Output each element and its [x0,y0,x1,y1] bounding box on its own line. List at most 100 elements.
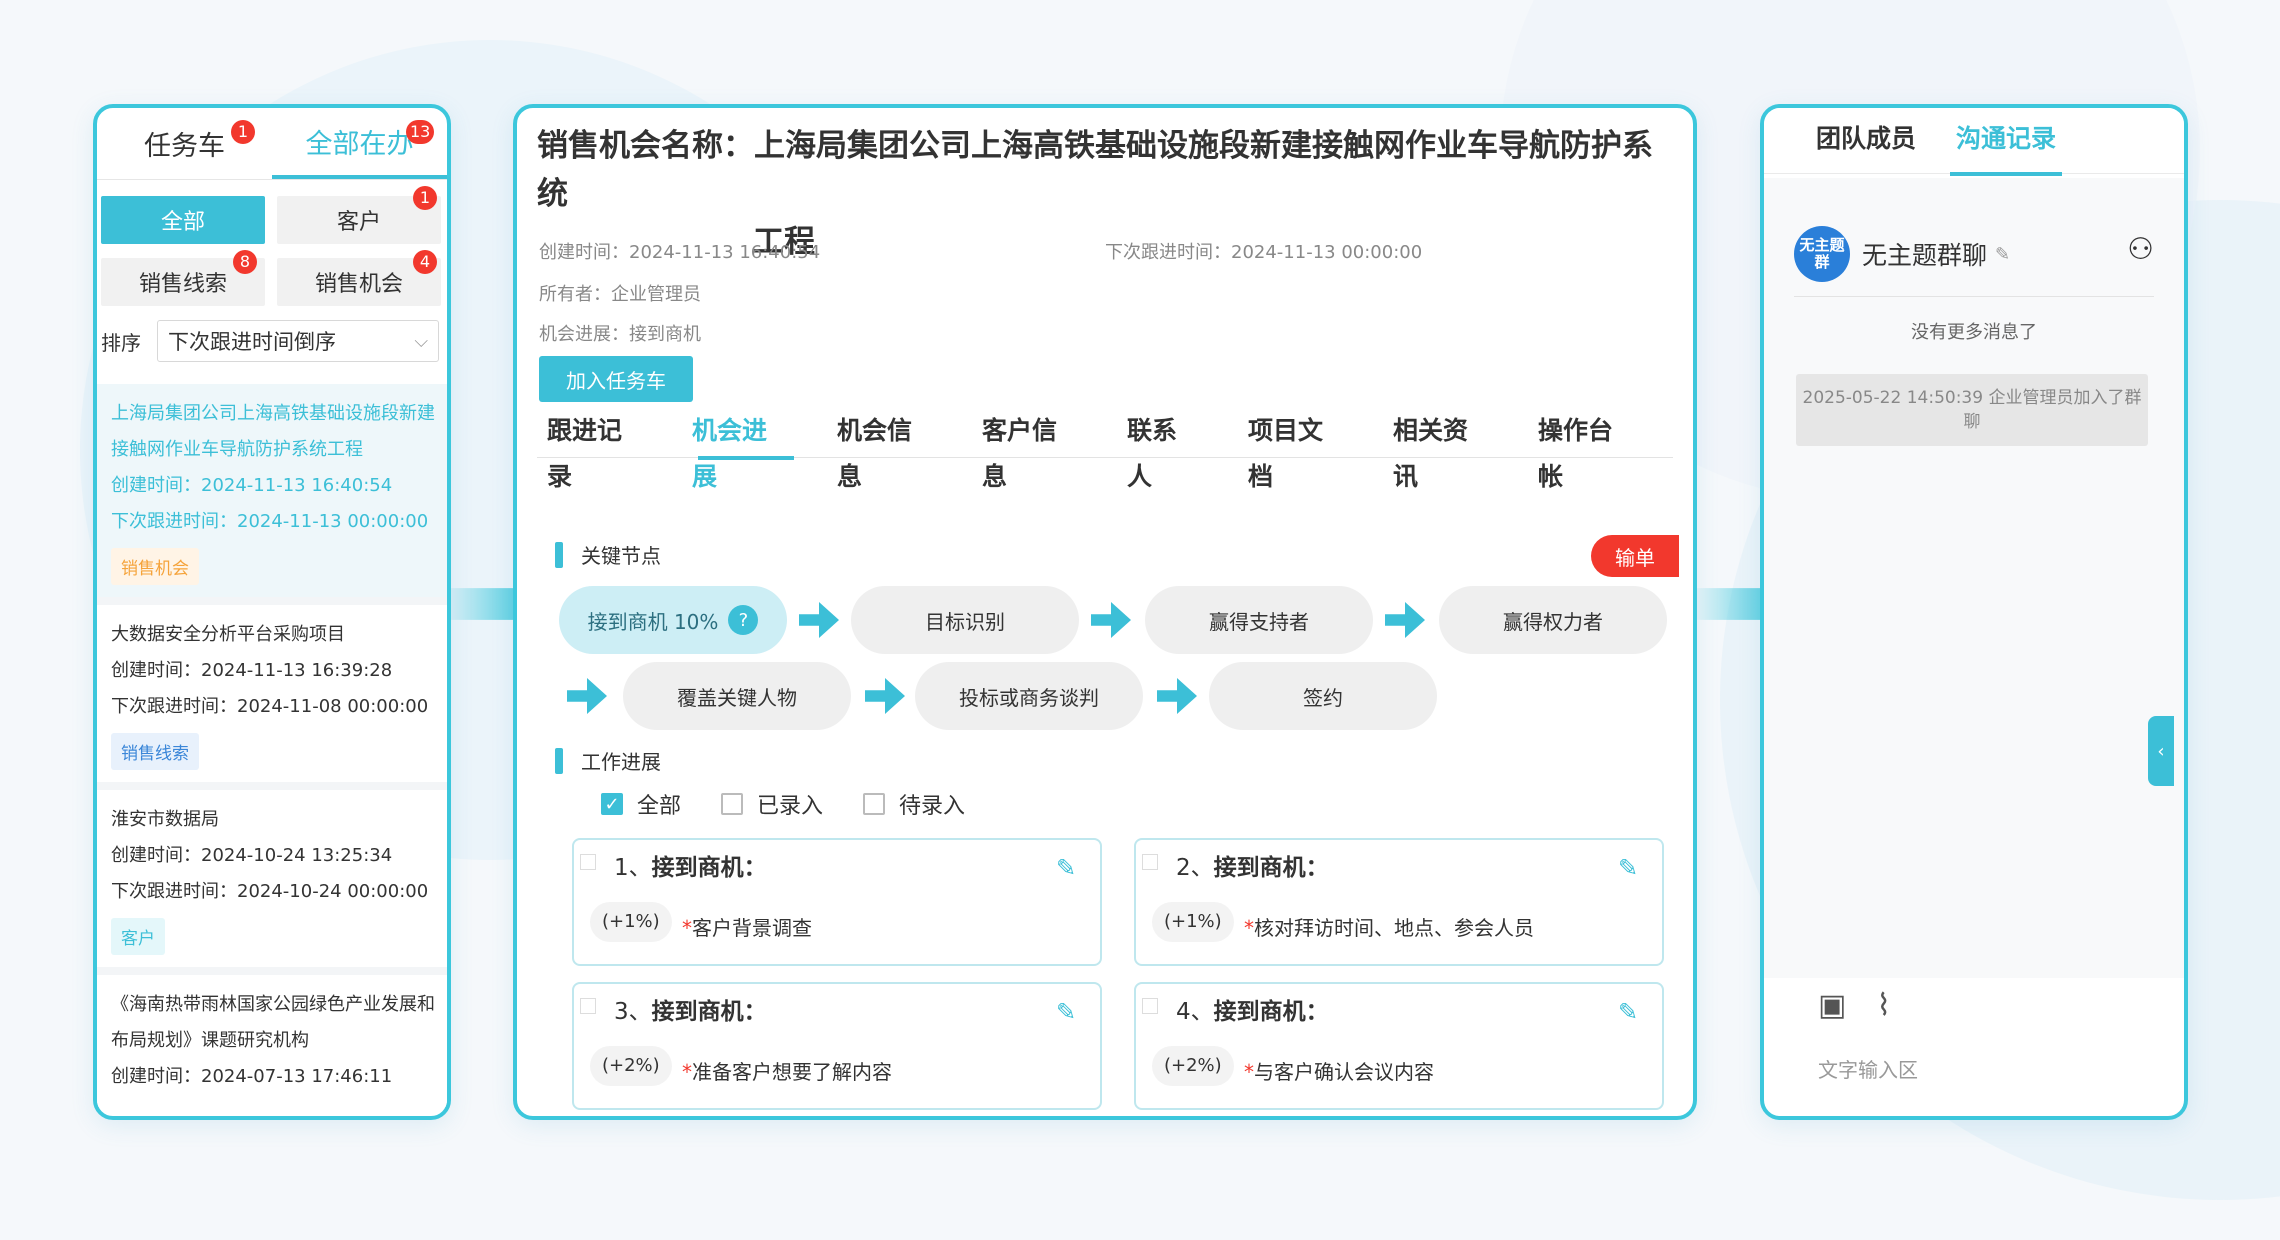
system-message: 2025-05-22 14:50:39 企业管理员加入了群聊 [1796,374,2148,446]
card-checkbox[interactable] [580,998,596,1014]
group-header: 无主题群 无主题群聊 ✎ [1794,226,2010,282]
tab-customer-info[interactable]: 客户信息 [972,408,1078,491]
card-desc-text: 准备客户想要了解内容 [692,1060,892,1084]
card-desc-text: 客户背景调查 [692,916,812,940]
list-item[interactable]: 淮安市数据局 创建时间：2024-10-24 13:25:34 下次跟进时间：2… [97,790,447,967]
divider [1794,296,2154,297]
card-title: 1、接到商机： [614,848,767,882]
stage-node-signing[interactable]: 签约 [1209,662,1437,730]
tab-related-news[interactable]: 相关资讯 [1383,408,1489,491]
item-next-follow: 下次跟进时间：2024-10-24 00:00:00 [111,881,429,902]
stage-node-received[interactable]: 接到商机 10%? [559,586,787,654]
list-item[interactable]: 大数据安全分析平台采购项目 创建时间：2024-11-13 16:39:28 下… [97,605,447,782]
card-number: 1、 [614,855,652,881]
tab-communication-records[interactable]: 沟通记录 [1950,108,2063,176]
filter-buttons: 全部 客户 1 销售线索 8 销售机会 4 [97,180,447,306]
next-follow-time: 下次跟进时间：2024-11-13 00:00:00 [1105,242,1423,263]
stage-arrow-icon [1385,602,1425,638]
detail-tabs: 跟进记录 机会进展 机会信息 客户信息 联系人 项目文档 相关资讯 操作台帐 [537,408,1673,491]
stage-arrow-icon [865,678,905,714]
tab-follow-records[interactable]: 跟进记录 [537,408,643,491]
tab-opportunity-info[interactable]: 机会信息 [827,408,933,491]
group-name: 无主题群聊 [1862,241,1988,270]
tab-task-cart[interactable]: 任务车 1 [97,108,272,179]
filter-customer-button[interactable]: 客户 1 [277,186,441,244]
sort-label: 排序 [101,330,141,355]
sort-value: 下次跟进时间倒序 [168,330,336,354]
badge: 13 [406,120,435,144]
chat-area: 无主题群 无主题群聊 ✎ ⚇ 没有更多消息了 2025-05-22 14:50:… [1764,178,2184,978]
tab-operation-ledger[interactable]: 操作台帐 [1528,408,1634,491]
card-title: 4、接到商机： [1176,992,1329,1026]
pencil-icon[interactable]: ✎ [1995,244,2010,265]
communication-panel: 团队成员 沟通记录 无主题群 无主题群聊 ✎ ⚇ 没有更多消息了 2025-05… [1760,104,2188,1120]
task-list-panel: 任务车 1 全部在办 13 全部 客户 1 销售线索 8 销售机会 4 排序 下次跟进… [93,104,451,1120]
stage-arrow-icon [799,602,839,638]
chevron-down-icon: ⌵ [414,330,428,352]
list-tabs: 任务车 1 全部在办 13 [97,108,447,180]
item-next-follow: 下次跟进时间：2024-11-13 00:00:00 [111,511,429,532]
stage-arrow-icon [567,678,607,714]
filter-leads-button[interactable]: 销售线索 8 [101,250,265,306]
attachment-icon[interactable]: ⌇ [1876,988,1891,1023]
item-title: 大数据安全分析平台采购项目 [111,624,345,645]
filter-label: 全部 [160,210,205,235]
filter-opportunity-button[interactable]: 销售机会 4 [277,250,441,306]
image-icon[interactable]: ▣ [1818,988,1846,1023]
edit-icon[interactable]: ✎ [1618,854,1648,884]
card-desc: *准备客户想要了解内容 [682,1060,892,1084]
card-checkbox[interactable] [1142,854,1158,870]
filter-label: 客户 [336,210,381,235]
tab-label: 任务车 [144,131,225,162]
filter-pending-checkbox[interactable]: 待录入 [863,788,965,820]
card-title-text: 接到商机： [1213,855,1329,881]
tab-all-pending[interactable]: 全部在办 13 [272,108,447,179]
list-item[interactable]: 上海局集团公司上海高铁基础设施段新建接触网作业车导航防护系统工程 创建时间：20… [97,384,447,597]
checkbox-label: 已录入 [757,794,824,819]
checkbox-box [721,793,744,815]
filter-all-checkbox[interactable]: ✓ 全部 [601,788,681,820]
stage-arrow-icon [1157,678,1197,714]
item-created: 创建时间：2024-11-13 16:40:54 [111,475,393,496]
add-to-task-cart-button[interactable]: 加入任务车 [539,356,693,402]
filter-all-button[interactable]: 全部 [101,196,265,244]
item-title: 淮安市数据局 [111,809,219,830]
stage-node-authority[interactable]: 赢得权力者 [1439,586,1667,654]
list-item[interactable]: 《海南热带雨林国家公园绿色产业发展和布局规划》课题研究机构 创建时间：2024-… [97,975,447,1107]
chevron-left-icon[interactable]: ‹ [2148,716,2174,786]
checkbox-label: 待录入 [899,794,966,819]
node-label: 接到商机 10% [587,609,719,634]
tab-team-members[interactable]: 团队成员 [1816,108,1916,173]
tab-contacts[interactable]: 联系人 [1117,408,1199,491]
work-card[interactable]: 4、接到商机： ✎ (+2%) *与客户确认会议内容 [1134,982,1664,1110]
badge: 1 [231,120,255,144]
stage-node-supporter[interactable]: 赢得支持者 [1145,586,1373,654]
tab-opportunity-progress[interactable]: 机会进展 [682,408,794,491]
card-checkbox[interactable] [1142,998,1158,1014]
checkbox-box [863,793,886,815]
stage-node-key-persons[interactable]: 覆盖关键人物 [623,662,851,730]
work-card[interactable]: 1、接到商机： ✎ (+1%) *客户背景调查 [572,838,1102,966]
edit-icon[interactable]: ✎ [1056,854,1086,884]
help-icon: ? [728,605,759,635]
tab-project-docs[interactable]: 项目文档 [1238,408,1344,491]
edit-icon[interactable]: ✎ [1056,998,1086,1028]
sort-select[interactable]: 下次跟进时间倒序 ⌵ [157,320,439,362]
item-title: 《海南热带雨林国家公园绿色产业发展和布局规划》课题研究机构 [111,994,435,1051]
comm-tabs: 团队成员 沟通记录 [1764,108,2184,176]
work-card[interactable]: 2、接到商机： ✎ (+1%) *核对拜访时间、地点、参会人员 [1134,838,1664,966]
lose-deal-button[interactable]: 输单 [1591,535,1679,577]
card-percent: (+1%) [1152,902,1234,942]
stage-node-bidding[interactable]: 投标或商务谈判 [915,662,1143,730]
check-icon: ✓ [601,793,623,815]
opportunity-detail-panel: 销售机会名称：上海局集团公司上海高铁基础设施段新建接触网作业车导航防护系统 工程… [513,104,1697,1120]
card-desc: *核对拜访时间、地点、参会人员 [1244,916,1534,940]
add-member-icon[interactable]: ⚇ [2127,232,2154,267]
stage-node-target[interactable]: 目标识别 [851,586,1079,654]
edit-icon[interactable]: ✎ [1618,998,1648,1028]
work-card[interactable]: 3、接到商机： ✎ (+2%) *准备客户想要了解内容 [572,982,1102,1110]
item-tag: 销售机会 [111,548,199,585]
card-checkbox[interactable] [580,854,596,870]
filter-entered-checkbox[interactable]: 已录入 [721,788,823,820]
message-input[interactable]: 文字输入区 [1818,1054,1918,1083]
